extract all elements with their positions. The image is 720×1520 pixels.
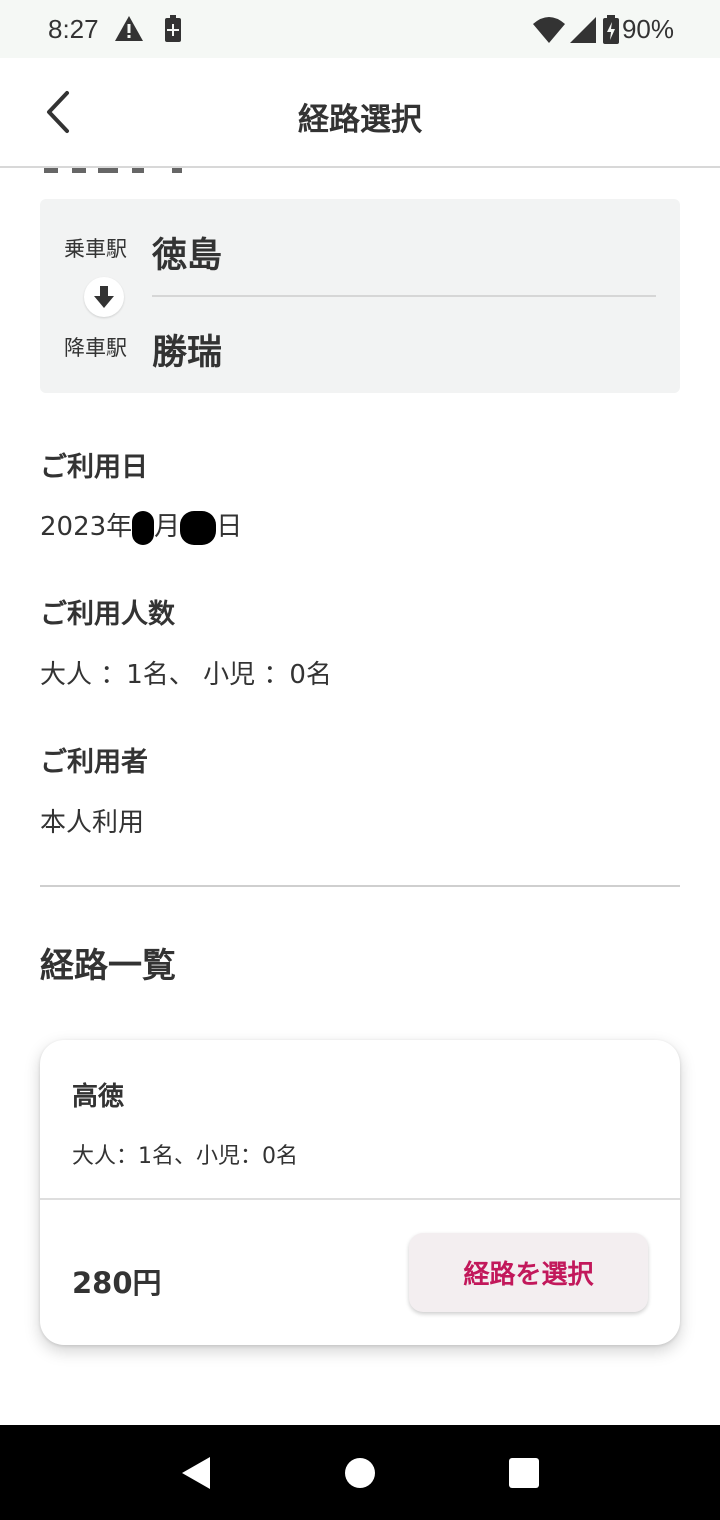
route-name: 高徳 bbox=[72, 1082, 125, 1112]
select-route-button[interactable]: 経路を選択 bbox=[409, 1233, 648, 1312]
station-divider bbox=[152, 295, 656, 297]
usage-date-month-suffix: 月 bbox=[154, 512, 181, 542]
nav-home-button[interactable] bbox=[342, 1455, 378, 1491]
scrolled-content-fragment bbox=[44, 168, 182, 173]
status-right-icons: 90% bbox=[532, 14, 674, 45]
status-time: 8:27 bbox=[48, 14, 99, 44]
status-bar: 8:27 90% bbox=[0, 0, 720, 58]
arrow-down-icon bbox=[84, 277, 124, 317]
boarding-label: 乗車駅 bbox=[64, 237, 127, 261]
battery-saver-icon bbox=[165, 15, 181, 42]
system-nav-bar bbox=[0, 1425, 720, 1520]
alighting-label: 降車駅 bbox=[64, 336, 127, 360]
route-card: 高徳 大人：1名、小児：0名 280円 経路を選択 bbox=[40, 1040, 680, 1345]
back-triangle-icon bbox=[182, 1457, 210, 1489]
nav-back-button[interactable] bbox=[178, 1455, 214, 1491]
passengers-value: 大人 ：1名、 小児 ：0名 bbox=[40, 660, 332, 690]
route-passengers: 大人：1名、小児：0名 bbox=[72, 1144, 298, 1169]
route-price: 280円 bbox=[72, 1266, 162, 1300]
nav-recents-button[interactable] bbox=[506, 1455, 542, 1491]
route-card-divider bbox=[40, 1198, 680, 1200]
battery-percent: 90% bbox=[621, 14, 674, 44]
home-circle-icon bbox=[345, 1458, 375, 1488]
usage-date-day-suffix: 日 bbox=[216, 512, 243, 542]
warning-icon bbox=[115, 16, 143, 41]
battery-charging-icon bbox=[602, 14, 619, 44]
user-value: 本人利用 bbox=[40, 808, 145, 838]
station-card: 乗車駅 徳島 降車駅 勝瑞 bbox=[40, 199, 680, 393]
wifi-icon bbox=[532, 16, 565, 43]
alighting-station: 勝瑞 bbox=[152, 333, 223, 373]
redacted-month bbox=[132, 510, 155, 545]
cell-signal-icon bbox=[569, 16, 596, 43]
route-list-title: 経路一覧 bbox=[40, 946, 176, 986]
usage-date-value: 2023年月 日 bbox=[40, 506, 242, 545]
redacted-day bbox=[180, 510, 217, 545]
page-title: 経路選択 bbox=[298, 102, 422, 138]
passengers-title: ご利用人数 bbox=[40, 599, 175, 630]
usage-date-year: 2023年 bbox=[40, 512, 133, 542]
user-title: ご利用者 bbox=[40, 747, 148, 778]
app-bar: 経路選択 bbox=[0, 58, 720, 168]
section-divider bbox=[40, 885, 680, 887]
usage-date-title: ご利用日 bbox=[40, 452, 148, 483]
boarding-station: 徳島 bbox=[152, 236, 223, 276]
recents-square-icon bbox=[509, 1458, 539, 1488]
